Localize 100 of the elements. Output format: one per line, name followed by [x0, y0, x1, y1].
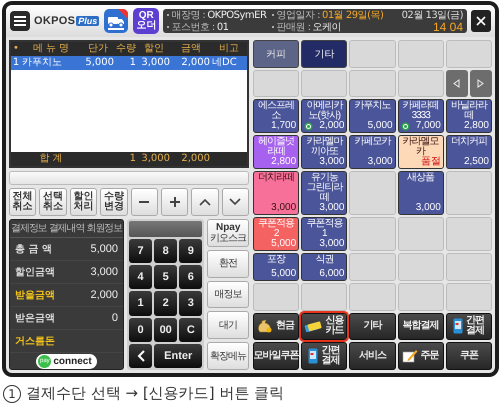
amount-label: 할인금액	[15, 266, 55, 279]
menu-item-button[interactable]: 바닐라라떼 2,800	[446, 99, 492, 134]
payment-method-button[interactable]: 주문	[398, 342, 444, 370]
menu-item-button[interactable]: 카푸치노 5,000	[349, 99, 396, 134]
column-header: 메 뉴 명	[32, 43, 70, 55]
edit-button[interactable]	[160, 188, 188, 216]
category-tab[interactable]: 기타	[301, 40, 348, 68]
amount-label: 받을금액	[15, 289, 55, 302]
edit-button[interactable]: 전체 취소	[9, 188, 36, 216]
amount-value: 5,000	[90, 243, 118, 255]
pay-connect-text: connect	[53, 356, 92, 366]
keypad-key[interactable]: 5	[154, 265, 178, 290]
menu-icon	[14, 16, 26, 26]
amount-value: 2,000	[90, 289, 118, 301]
info-value: 01	[216, 22, 229, 32]
menu-item-button[interactable]: 새상품 3,000	[398, 171, 444, 216]
edit-button[interactable]: 선택 취소	[39, 188, 67, 216]
delivery-truck-icon[interactable]	[103, 8, 130, 34]
side-button[interactable]: 환전	[207, 250, 250, 278]
payment-method-button[interactable]: 모바일쿠폰	[253, 342, 300, 370]
column-header: 금액	[180, 43, 202, 55]
menu-item-button[interactable]: 카페모카 3,000	[349, 135, 396, 170]
info-tab[interactable]: 결제내역	[48, 220, 86, 237]
payment-method-button[interactable]: 복합결제	[398, 312, 444, 340]
order-row[interactable]: 1 카푸치노 5,000 1 3,000 2,000 네DC	[11, 56, 247, 70]
keypad-key[interactable]: 3	[179, 291, 202, 316]
category-tab[interactable]: 커피	[253, 40, 300, 68]
payment-method-button[interactable]: 간편결제	[446, 312, 492, 340]
menu-item-button[interactable]: 더치라떼 3,000	[253, 171, 300, 216]
keypad-key[interactable]: 6	[179, 265, 202, 290]
keypad-key[interactable]: C	[179, 318, 202, 342]
menu-item-button[interactable]: 유기농 그린티라떼 3,000	[301, 171, 348, 216]
table-cell-text: 5,000	[84, 57, 115, 69]
payment-method-button[interactable]: 간편결제	[301, 342, 348, 370]
info-label: 매장명 :	[171, 10, 206, 20]
amount-value: 3,000	[90, 266, 118, 278]
info-tab[interactable]: 회원정보	[85, 220, 124, 237]
keypad-key[interactable]: 00	[154, 318, 178, 342]
keypad-key[interactable]: 0	[129, 318, 152, 342]
time-text: 14 04	[432, 20, 463, 32]
menu-item-button[interactable]: 식권 6,000	[301, 253, 348, 281]
close-button[interactable]	[471, 10, 491, 32]
column-header: 할인	[143, 43, 165, 55]
keypad-key[interactable]	[129, 344, 152, 368]
menu-item-button[interactable]: 에스프레소 1,700	[253, 99, 300, 134]
info-label: 영업일자 :	[276, 10, 320, 20]
table-cell-text: 1	[128, 57, 137, 69]
edit-button[interactable]: 수량 변경	[100, 188, 128, 216]
logo-badge: Plus	[76, 16, 100, 26]
amount-value: 0	[112, 312, 118, 324]
total-cell-text: 1	[128, 153, 137, 165]
table-cell-text: 네DC	[211, 57, 238, 69]
menu-item-button[interactable]: 카라멜모카 품절	[398, 135, 444, 170]
phone-icon	[452, 318, 463, 334]
plus-icon	[168, 196, 181, 208]
payment-method-button[interactable]: 신용카드	[301, 312, 348, 340]
column-header: 비고	[218, 43, 240, 55]
menu-button[interactable]	[10, 11, 30, 31]
side-button[interactable]: Npay 키오스크	[207, 219, 250, 247]
keypad-key[interactable]: 4	[129, 265, 152, 290]
edit-button[interactable]	[130, 188, 158, 216]
menu-item-button[interactable]: 아메리카노(핫사) 2,000	[301, 99, 348, 134]
credit-cards-icon	[304, 320, 322, 332]
message-field[interactable]	[9, 171, 249, 185]
info-label: 판매원 :	[276, 22, 310, 32]
menu-item-button[interactable]: 쿠폰적용1 3,000	[301, 217, 348, 252]
edit-button[interactable]	[191, 188, 219, 216]
column-header: 단가	[87, 43, 109, 55]
payment-method-button[interactable]: 쿠폰	[446, 342, 492, 370]
info-value: 오케이	[312, 22, 341, 32]
prev-page-button[interactable]	[446, 70, 468, 98]
menu-item-button[interactable]: 더치커피 2,500	[446, 135, 492, 170]
next-page-button[interactable]	[470, 70, 492, 98]
chevron-up-icon	[198, 198, 211, 206]
menu-item-button[interactable]: 카페라떼3333 7,000	[398, 99, 444, 134]
menu-item-button[interactable]: 카라멜마끼아또 3,000	[301, 135, 348, 170]
keypad-key[interactable]: 2	[154, 291, 178, 316]
amount-label: 거스름돈	[15, 335, 55, 348]
side-button[interactable]: 대기	[207, 311, 250, 340]
keypad-key[interactable]: 8	[154, 239, 178, 264]
menu-item-button[interactable]: 포장 5,000	[253, 253, 300, 281]
edit-button[interactable]	[222, 188, 249, 216]
keypad-key[interactable]: Enter	[154, 344, 202, 368]
menu-item-button[interactable]: 헤이즐넛라떼 2,800	[253, 135, 300, 170]
info-value: OKPOSymER	[207, 10, 266, 20]
payment-method-button[interactable]: 기타	[349, 312, 396, 340]
triangle-right-icon	[477, 78, 484, 88]
side-button[interactable]: 확장메뉴	[207, 342, 250, 370]
keypad-key[interactable]: 7	[129, 239, 152, 264]
info-tab[interactable]: 결제정보	[10, 220, 48, 237]
side-button[interactable]: 매정보	[207, 280, 250, 308]
payment-method-button[interactable]: 현금	[253, 312, 300, 340]
triangle-left-icon	[453, 78, 460, 88]
qr-order-button[interactable]: QR 오더	[133, 8, 160, 34]
table-cell-text: 3,000	[140, 57, 171, 69]
keypad-key[interactable]: 1	[129, 291, 152, 316]
edit-button[interactable]: 할인 처리	[70, 188, 98, 216]
keypad-key[interactable]: 9	[179, 239, 202, 264]
payment-method-button[interactable]: 서비스	[349, 342, 396, 370]
close-icon	[476, 16, 486, 26]
